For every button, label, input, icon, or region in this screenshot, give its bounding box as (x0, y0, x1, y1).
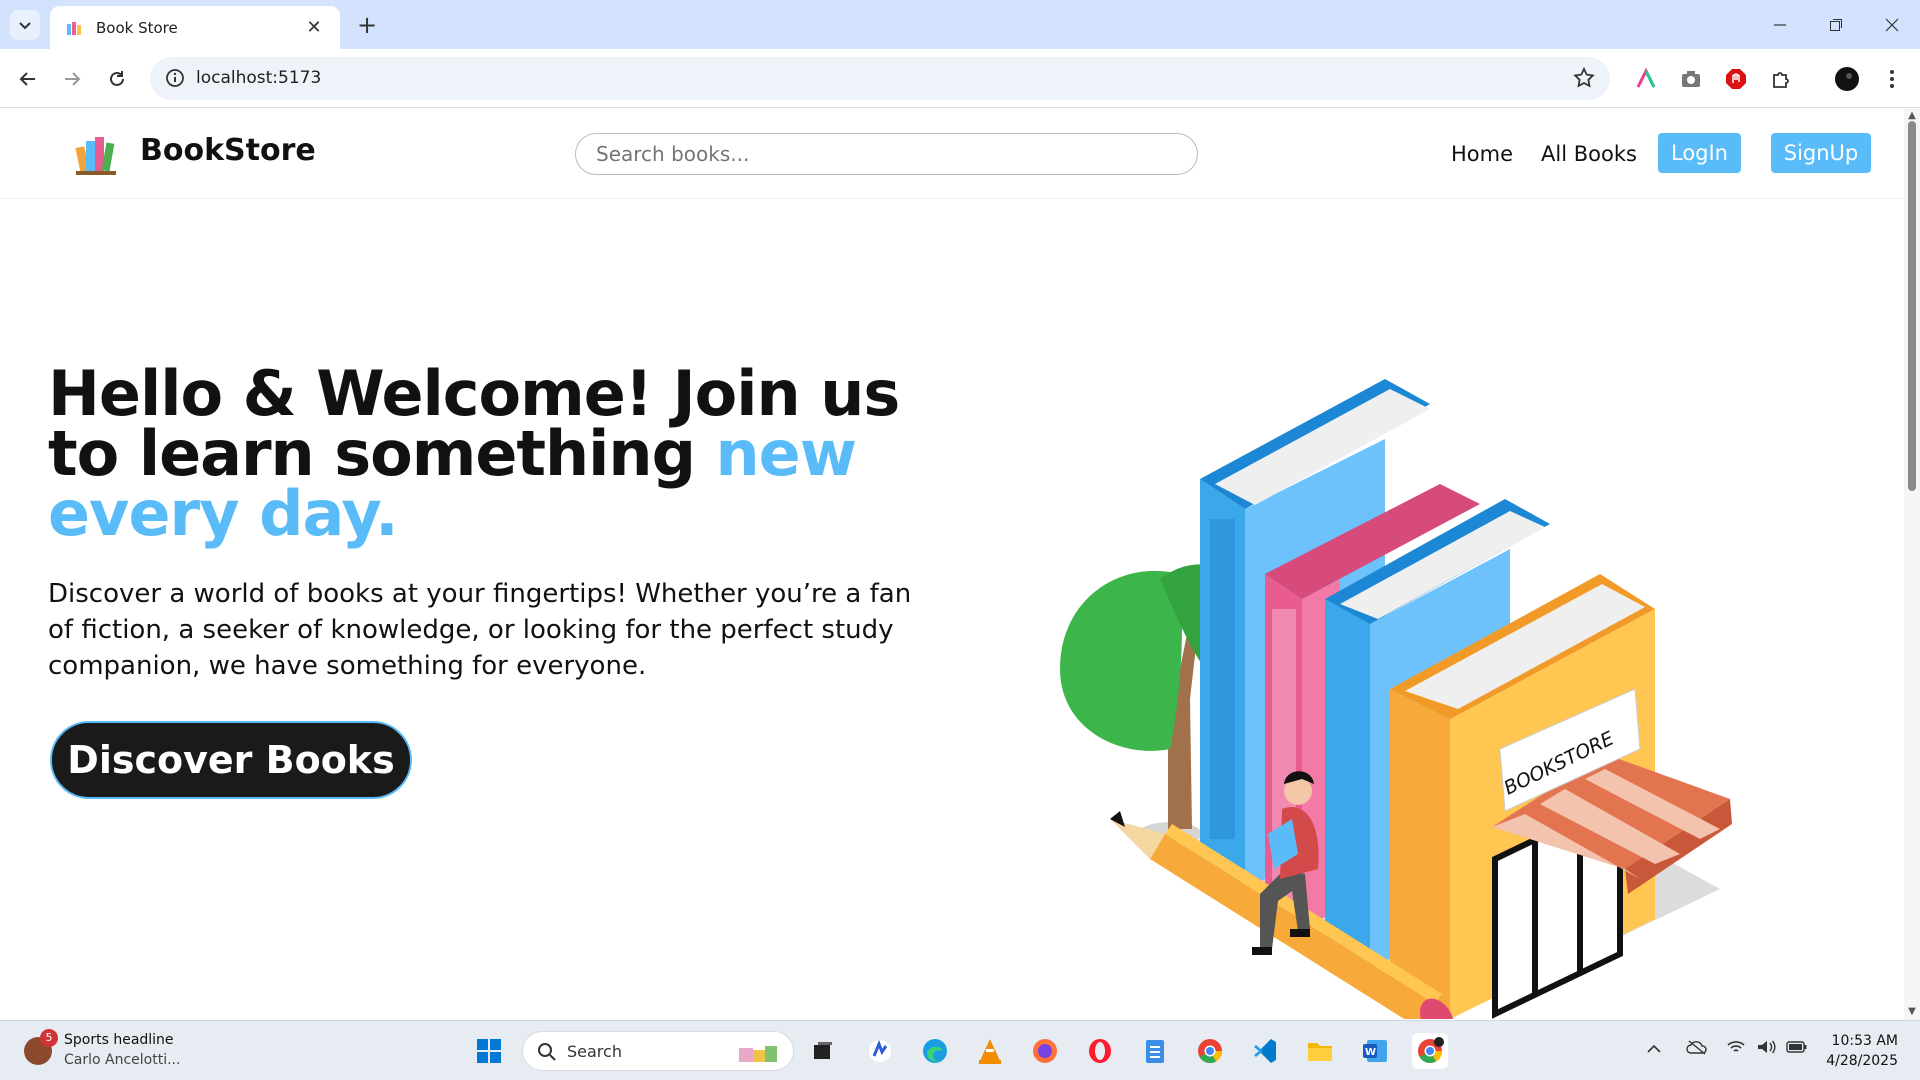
vlc-icon[interactable] (972, 1033, 1008, 1069)
word-icon[interactable]: W (1357, 1033, 1393, 1069)
reload-button[interactable] (101, 63, 133, 95)
url-text[interactable]: localhost:5173 (196, 68, 321, 88)
search-icon (538, 1043, 556, 1061)
window-controls (1752, 0, 1920, 49)
restore-icon (1830, 18, 1842, 31)
discover-books-button[interactable]: Discover Books (50, 721, 412, 799)
scroll-up-arrow[interactable]: ▲ (1906, 111, 1918, 121)
logo-text[interactable]: BookStore (140, 133, 316, 168)
address-bar[interactable]: localhost:5173 (150, 57, 1610, 100)
chevron-up-icon[interactable] (1646, 1039, 1662, 1058)
taskbar-search-label: Search (567, 1042, 622, 1061)
page-scrollbar[interactable]: ▲ ▼ (1904, 109, 1920, 1020)
notepad-icon[interactable] (1137, 1033, 1173, 1069)
web-page: BookStore Home All Books LogIn SignUp He… (0, 109, 1904, 1020)
close-icon (1885, 18, 1899, 31)
bookstore-favicon-icon (67, 21, 81, 35)
tab-close-button[interactable]: ✕ (302, 17, 326, 38)
taskbar-clock[interactable]: 10:53 AM 4/28/2025 (1826, 1031, 1898, 1071)
scroll-thumb[interactable] (1908, 121, 1916, 491)
adblock-icon[interactable] (1722, 65, 1750, 93)
windows-taskbar: 5 Sports headline Carlo Ancelotti... Sea… (0, 1020, 1920, 1080)
bookstore-illustration: BOOKSTORE (1060, 379, 1732, 1019)
clock-time: 10:53 AM (1831, 1033, 1898, 1049)
browser-tab-bar: Book Store ✕ + (0, 0, 1920, 49)
reload-icon (110, 71, 124, 86)
edge-icon[interactable] (917, 1033, 953, 1069)
minimize-button[interactable] (1752, 0, 1808, 49)
news-badge: 5 (40, 1029, 58, 1047)
tab-title: Book Store (96, 18, 178, 37)
hero-description: Discover a world of books at your finger… (48, 579, 912, 681)
extensions-puzzle-icon[interactable] (1767, 65, 1795, 93)
wifi-icon[interactable] (1726, 1039, 1746, 1059)
chrome-icon[interactable] (1192, 1033, 1228, 1069)
search-highlight-icon (739, 1046, 777, 1062)
scroll-down-arrow[interactable]: ▼ (1906, 1007, 1918, 1017)
opera-icon[interactable] (1082, 1033, 1118, 1069)
more-menu-icon[interactable] (1878, 65, 1906, 93)
back-button[interactable] (12, 63, 44, 95)
restore-button[interactable] (1808, 0, 1864, 49)
volume-icon[interactable] (1756, 1039, 1776, 1059)
tab-search-button[interactable] (10, 10, 40, 40)
search-input[interactable] (575, 133, 1198, 175)
browser-toolbar: localhost:5173 (0, 49, 1920, 108)
arrow-left-icon (19, 72, 35, 86)
chevron-down-icon (19, 22, 31, 30)
nav-link-all-books[interactable]: All Books (1541, 142, 1637, 166)
news-subtitle: Carlo Ancelotti... (64, 1052, 181, 1068)
arrow-right-icon (65, 72, 81, 86)
minimize-icon (1774, 23, 1786, 26)
taskbar-search[interactable]: Search (522, 1031, 794, 1071)
close-window-button[interactable] (1864, 0, 1920, 49)
info-icon[interactable] (164, 67, 186, 89)
copilot-icon[interactable] (862, 1033, 898, 1069)
file-explorer-icon[interactable] (1302, 1033, 1338, 1069)
task-view-icon[interactable] (805, 1033, 841, 1069)
bookstore-logo-icon[interactable] (70, 127, 120, 179)
forward-button[interactable] (56, 63, 88, 95)
chrome-active-icon[interactable] (1412, 1033, 1448, 1069)
login-button[interactable]: LogIn (1658, 133, 1741, 173)
firefox-icon[interactable] (1027, 1033, 1063, 1069)
windows-start-icon[interactable] (471, 1033, 507, 1069)
svg-text:W: W (1365, 1047, 1376, 1058)
vscode-icon[interactable] (1247, 1033, 1283, 1069)
camera-icon[interactable] (1677, 65, 1705, 93)
profile-avatar[interactable] (1833, 65, 1861, 93)
news-widget[interactable]: 5 Sports headline Carlo Ancelotti... (20, 1029, 220, 1073)
clock-date: 4/28/2025 (1826, 1053, 1898, 1069)
new-tab-button[interactable]: + (352, 10, 382, 40)
onedrive-icon[interactable] (1686, 1039, 1708, 1059)
hero-title: Hello & Welcome! Join us to learn someth… (48, 363, 928, 545)
news-title: Sports headline (64, 1032, 174, 1048)
nav-link-home[interactable]: Home (1451, 142, 1513, 166)
extension-a-icon[interactable] (1632, 65, 1660, 93)
site-header: BookStore Home All Books LogIn SignUp (0, 109, 1904, 199)
battery-icon[interactable] (1786, 1039, 1808, 1058)
browser-tab[interactable]: Book Store ✕ (50, 6, 340, 49)
signup-button[interactable]: SignUp (1771, 133, 1871, 173)
star-icon[interactable] (1572, 66, 1596, 90)
store-front: BOOKSTORE (1492, 688, 1732, 1019)
